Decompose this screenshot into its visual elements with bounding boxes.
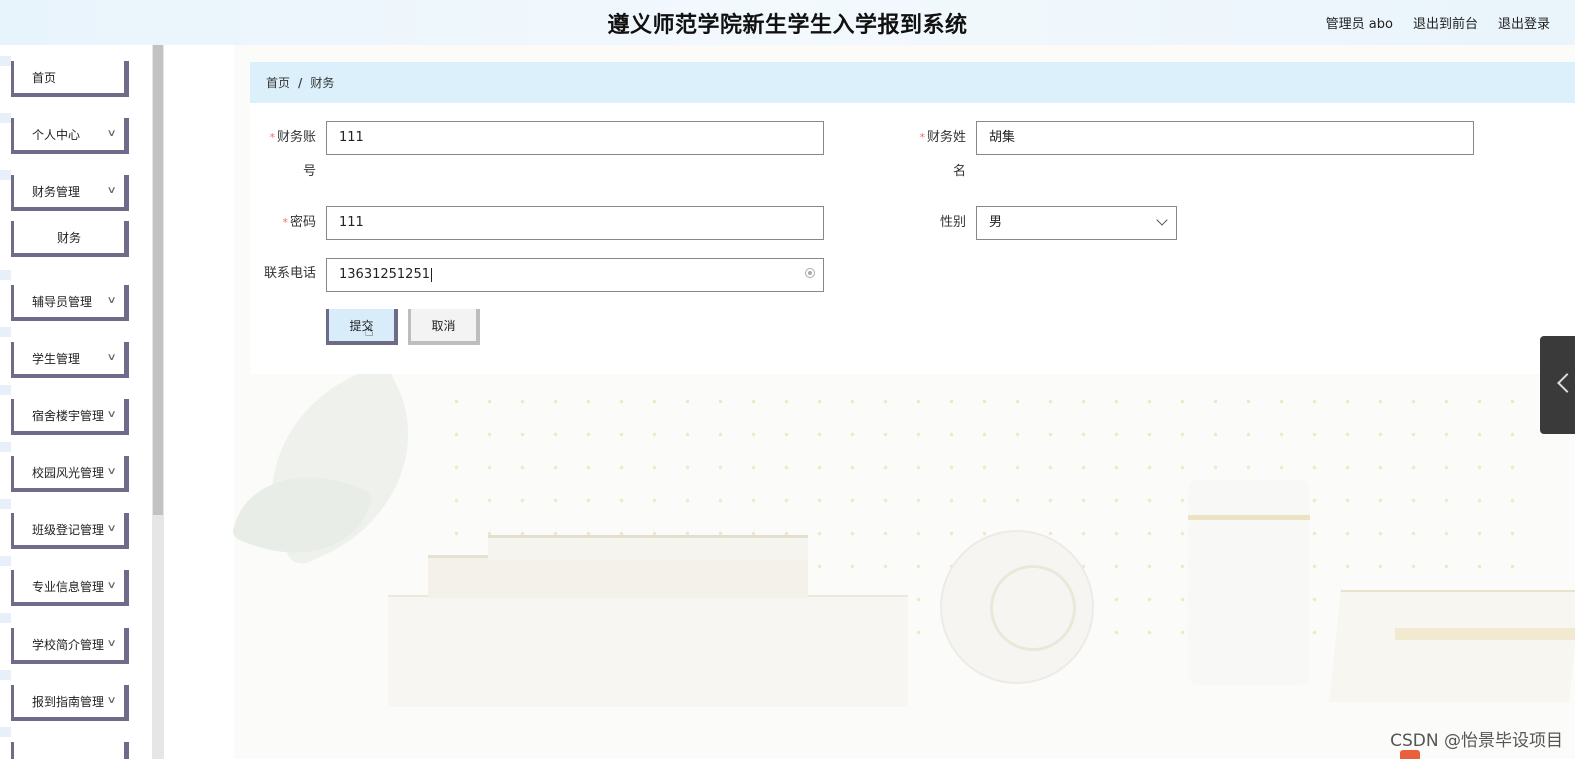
- sidebar-decoration: [0, 385, 11, 395]
- chevron-down-icon: ∨: [106, 185, 117, 196]
- sidebar-item-label: 辅导员管理: [32, 294, 93, 309]
- sidebar-decoration: [0, 327, 11, 337]
- chevron-down-icon: [1156, 214, 1168, 226]
- chevron-down-icon: ∨: [106, 409, 117, 420]
- sidebar-item-major-info-management[interactable]: 专业信息管理 ∨: [11, 570, 129, 606]
- breadcrumb: 首页 / 财务: [250, 62, 1575, 103]
- sidebar-item-registration-guide-management[interactable]: 报到指南管理 ∨: [11, 685, 129, 721]
- sidebar-item-campus-scenery-management[interactable]: 校园风光管理 ∨: [11, 456, 129, 492]
- breadcrumb-separator: /: [298, 75, 303, 90]
- chevron-down-icon: ∨: [106, 523, 117, 534]
- corner-decoration: [1400, 750, 1420, 759]
- exit-to-front-link[interactable]: 退出到前台: [1413, 13, 1478, 32]
- sidebar-item-finance-management[interactable]: 财务管理 ∨: [11, 175, 129, 211]
- background-book-decoration: [388, 595, 908, 707]
- background-box-decoration: [1329, 590, 1575, 702]
- background-book-decoration: [428, 555, 808, 598]
- sidebar-item-partially-visible[interactable]: [11, 742, 129, 759]
- account-label-line2: 号: [302, 164, 316, 179]
- password-input[interactable]: 111: [326, 206, 824, 240]
- sidebar-item-label: 宿舍楼宇管理: [32, 408, 105, 423]
- sidebar-decoration: [0, 613, 11, 623]
- breadcrumb-home[interactable]: 首页: [266, 74, 290, 91]
- sidebar-item-label: 首页: [32, 70, 57, 85]
- sidebar-item-label: 校园风光管理: [32, 465, 105, 480]
- sidebar-item-counselor-management[interactable]: 辅导员管理 ∨: [11, 285, 129, 321]
- sidebar-item-class-registration-management[interactable]: 班级登记管理 ∨: [11, 513, 129, 549]
- chevron-down-icon: ∨: [106, 295, 117, 306]
- sidebar-scrollbar-thumb[interactable]: [153, 45, 163, 515]
- sidebar-item-label: 个人中心: [32, 127, 81, 142]
- sidebar-decoration: [0, 270, 11, 280]
- name-label: * 财务姓: [910, 122, 966, 154]
- sidebar-decoration: [0, 499, 11, 509]
- cancel-button-label: 取消: [431, 318, 456, 333]
- gender-selected-value: 男: [989, 215, 1003, 230]
- top-header: 遵义师范学院新生学生入学报到系统 管理员 abo 退出到前台 退出登录: [0, 0, 1575, 45]
- gender-select[interactable]: 男: [976, 206, 1177, 240]
- background-box-band: [1395, 628, 1575, 640]
- sidebar-item-label: 学校简介管理: [32, 637, 105, 652]
- sidebar-item-personal-center[interactable]: 个人中心 ∨: [11, 118, 129, 154]
- sidebar-subitem-finance[interactable]: 财务: [11, 221, 129, 257]
- finance-form-panel: 首页 / 财务 * 财务账 号 111 * 财务姓 名 胡集 * 密码 111 性别 …: [250, 62, 1575, 374]
- breadcrumb-current: 财务: [310, 76, 335, 90]
- sidebar-decoration: [0, 170, 11, 180]
- sidebar-item-student-management[interactable]: 学生管理 ∨: [11, 342, 129, 378]
- chevron-down-icon: ∨: [106, 352, 117, 363]
- submit-button[interactable]: 提交: [326, 309, 398, 345]
- sidebar-decoration: [0, 670, 11, 680]
- user-label: 管理员 abo: [1325, 17, 1393, 32]
- sidebar-item-school-intro-management[interactable]: 学校简介管理 ∨: [11, 628, 129, 664]
- required-mark: *: [269, 131, 275, 144]
- account-label: * 财务账: [260, 122, 316, 154]
- sidebar-decoration: [0, 556, 11, 566]
- chevron-down-icon: ∨: [106, 638, 117, 649]
- sidebar-item-label: 班级登记管理: [32, 522, 105, 537]
- sidebar-decoration: [0, 56, 11, 66]
- required-mark: *: [282, 216, 288, 229]
- required-mark: *: [919, 131, 925, 144]
- sidebar-item-label: 报到指南管理: [32, 694, 105, 709]
- account-input[interactable]: 111: [326, 121, 824, 155]
- background-cylinder-band: [1188, 515, 1310, 520]
- sidebar-decoration: [0, 442, 11, 452]
- background-book-decoration: [488, 535, 808, 560]
- text-caret: [430, 267, 436, 282]
- content-gutter: [164, 45, 234, 759]
- watermark: CSDN @怡景毕设项目: [1390, 731, 1563, 751]
- sidebar-item-label: 专业信息管理: [32, 579, 105, 594]
- phone-label: 联系电话: [263, 266, 316, 281]
- phone-input[interactable]: 13631251251: [326, 258, 824, 292]
- clear-icon[interactable]: [805, 268, 815, 278]
- logout-link[interactable]: 退出登录: [1498, 13, 1550, 32]
- name-input[interactable]: 胡集: [976, 121, 1474, 155]
- sidebar-decoration: [0, 113, 11, 123]
- background-ring-decoration: [990, 565, 1076, 651]
- header-links: 管理员 abo 退出到前台 退出登录: [1326, 13, 1550, 32]
- account-label-text: 财务账: [276, 130, 316, 145]
- background-cylinder-decoration: [1188, 480, 1310, 685]
- password-label: * 密码: [260, 207, 316, 239]
- phone-value: 13631251251: [339, 267, 430, 282]
- cancel-button[interactable]: 取消: [408, 309, 480, 345]
- sidebar-item-label: 财务: [56, 230, 81, 245]
- sidebar-item-dormitory-management[interactable]: 宿舍楼宇管理 ∨: [11, 399, 129, 435]
- sidebar-decoration: [0, 727, 11, 737]
- hand-cursor-icon: ☝: [364, 321, 374, 340]
- sidebar: 首页 个人中心 ∨ 财务管理 ∨ 财务 辅导员管理 ∨ 学生管理 ∨ 宿舍楼宇管…: [0, 45, 152, 759]
- chevron-down-icon: ∨: [106, 128, 117, 139]
- name-label-text: 财务姓: [926, 130, 966, 145]
- chevron-down-icon: ∨: [106, 695, 117, 706]
- name-label-line2: 名: [952, 164, 966, 179]
- chevron-down-icon: ∨: [106, 580, 117, 591]
- sidebar-item-label: 财务管理: [32, 184, 81, 199]
- gender-label: 性别: [939, 215, 966, 230]
- password-label-text: 密码: [289, 215, 316, 230]
- sidebar-item-home[interactable]: 首页: [11, 61, 129, 97]
- sidebar-item-label: 学生管理: [32, 351, 81, 366]
- chevron-down-icon: ∨: [106, 466, 117, 477]
